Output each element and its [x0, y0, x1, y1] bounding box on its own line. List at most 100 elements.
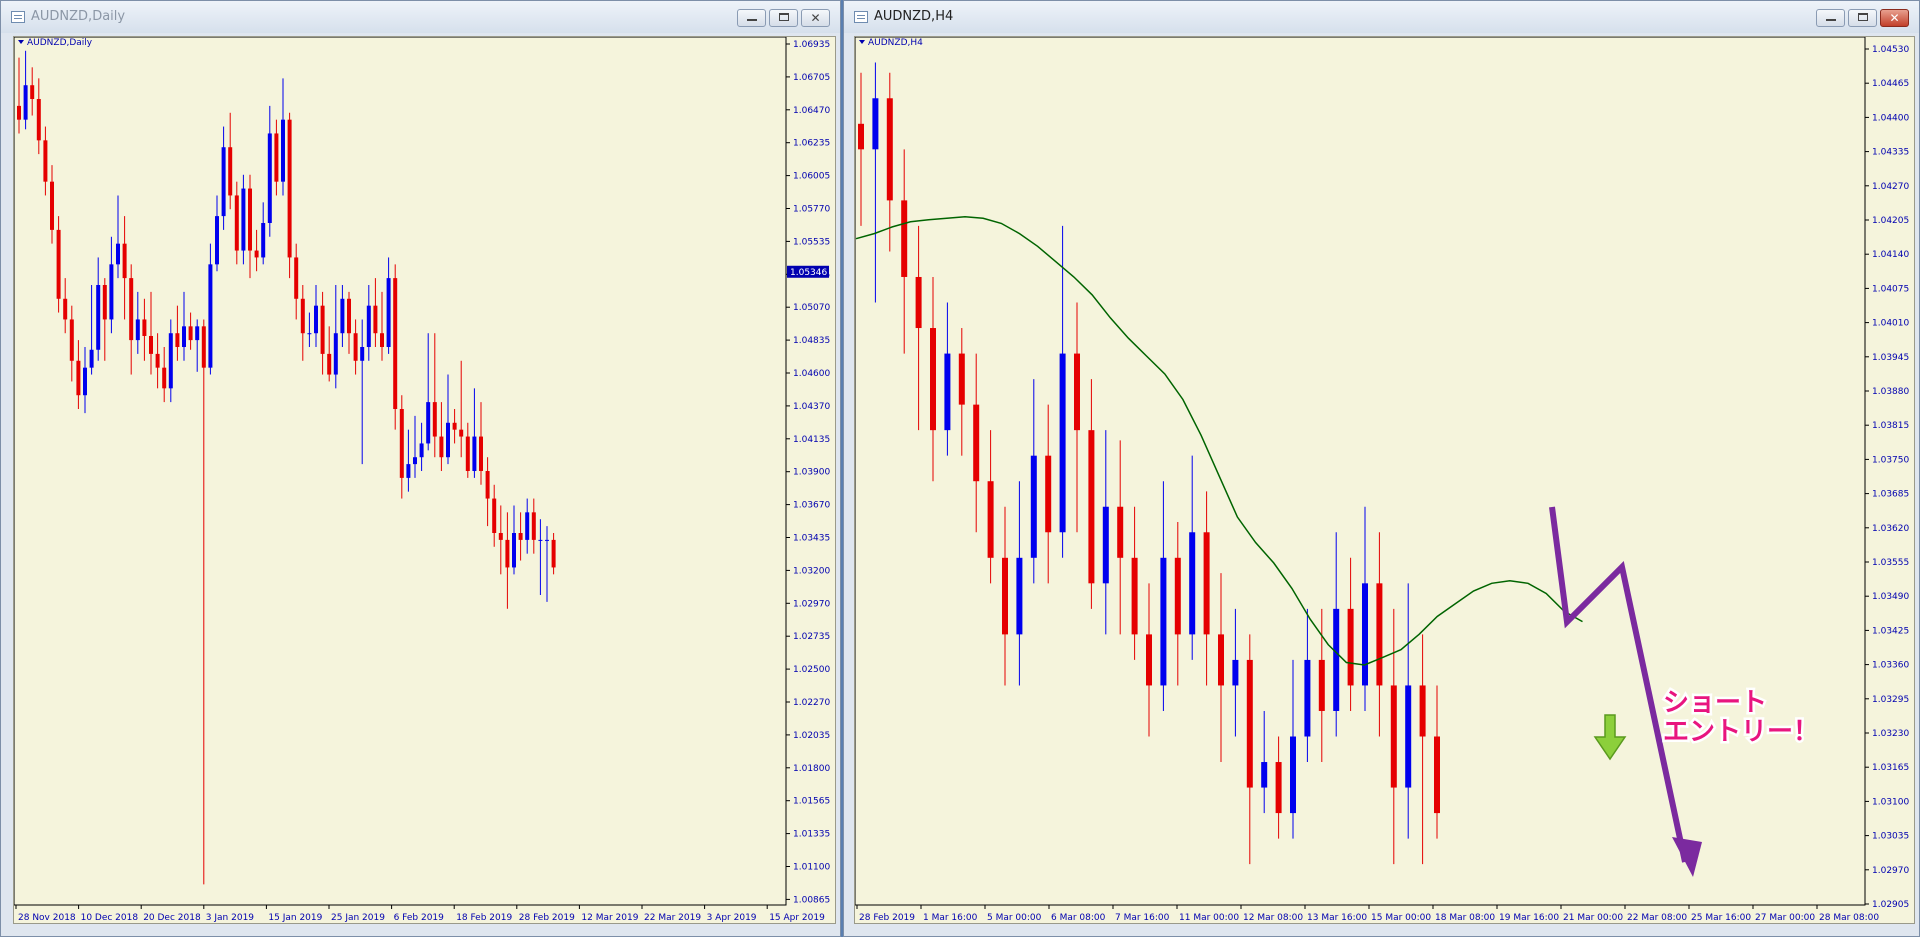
candle-body	[30, 85, 35, 99]
y-tick-label: 1.03360	[1872, 661, 1909, 671]
y-tick-label: 1.06005	[793, 172, 830, 182]
candle-body	[505, 539, 510, 568]
y-tick-label: 1.02035	[793, 731, 830, 741]
title-bar[interactable]: AUDNZD,H4 ✕	[844, 1, 1919, 33]
candlestick-chart[interactable]: AUDNZD,H4 1.04530 1.04465 1.04400 1.04335 1.0…	[855, 37, 1914, 923]
candle-body	[538, 539, 543, 541]
y-tick-label: 1.01800	[793, 764, 830, 774]
x-tick-label: 27 Mar 00:00	[1755, 913, 1815, 923]
x-tick-label: 5 Mar 00:00	[987, 913, 1042, 923]
close-button[interactable]: ✕	[801, 9, 830, 27]
candle-body	[1174, 557, 1181, 635]
dropdown-arrow-icon[interactable]	[18, 40, 24, 44]
chart-area[interactable]: AUDNZD,Daily 1.06935 1.06705 1.06470 1.06235…	[13, 36, 836, 924]
candle-body	[1376, 583, 1383, 686]
y-tick-label: 1.06235	[793, 139, 830, 149]
minimize-button[interactable]	[1816, 9, 1845, 27]
y-tick-label: 1.03750	[1872, 455, 1909, 465]
candle-body	[1218, 634, 1224, 686]
candle-body	[142, 319, 147, 336]
x-tick-label: 15 Jan 2019	[268, 913, 322, 923]
candle-body	[492, 498, 497, 533]
y-tick-label: 1.03945	[1872, 353, 1909, 363]
x-tick-label: 28 Mar 08:00	[1819, 913, 1879, 923]
candle-body	[287, 119, 292, 258]
y-tick-label: 1.05070	[793, 303, 830, 313]
maximize-button[interactable]	[1848, 9, 1877, 27]
annotation-line-2: エントリー！	[1663, 717, 1819, 747]
candle-body	[327, 353, 332, 375]
y-tick-label: 1.04205	[1872, 216, 1909, 226]
candle-body	[1290, 736, 1296, 814]
dropdown-arrow-icon[interactable]	[859, 40, 865, 44]
candle-body	[531, 512, 536, 540]
candle-body	[182, 326, 186, 347]
chart-window-icon	[854, 11, 868, 23]
plot-frame	[855, 37, 1866, 906]
candle-body	[129, 278, 134, 341]
close-button[interactable]: ✕	[1880, 9, 1909, 27]
candle-body	[465, 436, 470, 471]
moving-average-line	[855, 215, 1583, 666]
y-tick-label: 1.05535	[793, 237, 830, 247]
y-tick-label: 1.04140	[1872, 250, 1909, 260]
candle-body	[1232, 659, 1239, 686]
candle-body	[261, 223, 266, 258]
candle-body	[360, 347, 365, 361]
candle-body	[886, 98, 893, 201]
candle-body	[116, 243, 120, 265]
candle-body	[1088, 430, 1095, 584]
candle-body	[36, 99, 41, 141]
minimize-button[interactable]	[737, 9, 766, 27]
candle-body	[439, 436, 444, 458]
candle-body	[1304, 659, 1311, 737]
x-tick-label: 6 Mar 08:00	[1051, 913, 1106, 923]
chart-window-daily[interactable]: AUDNZD,Daily ✕ AUDNZD,Daily 1.06935 1.0670…	[0, 0, 841, 937]
candle-body	[930, 328, 936, 431]
y-tick-label: 1.04835	[793, 336, 830, 346]
y-tick-label: 1.03490	[1872, 592, 1909, 602]
candle-body	[267, 133, 272, 223]
x-tick-label: 3 Apr 2019	[707, 913, 757, 923]
candle-body	[162, 367, 167, 389]
chart-area[interactable]: AUDNZD,H4 1.04530 1.04465 1.04400 1.04335 1.0…	[854, 36, 1915, 924]
candle-body	[858, 123, 864, 150]
candle-body	[1146, 634, 1152, 686]
candle-body	[43, 140, 48, 182]
symbol-label: AUDNZD,H4	[868, 38, 923, 48]
x-tick-label: 25 Mar 16:00	[1691, 913, 1751, 923]
window-title: AUDNZD,H4	[874, 9, 954, 24]
x-tick-label: 13 Mar 16:00	[1307, 913, 1367, 923]
x-tick-label: 20 Dec 2018	[143, 913, 201, 923]
candle-body	[340, 298, 345, 334]
price-marker-label: 1.05346	[790, 268, 827, 278]
candle-body	[208, 264, 213, 368]
maximize-button[interactable]	[769, 9, 798, 27]
y-tick-label: 1.02735	[793, 632, 830, 642]
x-tick-label: 1 Mar 16:00	[923, 913, 978, 923]
candle-body	[915, 276, 922, 329]
close-icon: ✕	[1889, 11, 1900, 25]
y-tick-label: 1.02905	[1872, 900, 1909, 910]
candle-body	[314, 305, 318, 334]
y-tick-label: 1.03555	[1872, 558, 1909, 568]
candle-body	[446, 422, 450, 458]
candle-body	[413, 457, 417, 465]
y-tick-label: 1.01335	[793, 830, 830, 840]
y-tick-label: 1.06470	[793, 106, 830, 116]
x-tick-label: 22 Mar 2019	[644, 913, 701, 923]
candle-body	[320, 305, 325, 354]
candle-body	[1246, 659, 1253, 788]
chart-window-h4[interactable]: AUDNZD,H4 ✕ AUDNZD,H4 1.04530 1.04465 1.044…	[843, 0, 1920, 937]
candle-body	[1275, 762, 1282, 814]
candle-body	[1189, 532, 1196, 635]
candle-body	[958, 353, 965, 405]
x-tick-label: 15 Apr 2019	[769, 913, 825, 923]
candle-body	[518, 533, 523, 540]
candle-body	[1333, 608, 1340, 711]
title-bar[interactable]: AUDNZD,Daily ✕	[1, 1, 840, 33]
candle-body	[366, 305, 371, 347]
candle-body	[393, 278, 398, 409]
candlestick-chart[interactable]: AUDNZD,Daily 1.06935 1.06705 1.06470 1.06235…	[14, 37, 835, 923]
candle-body	[89, 349, 94, 368]
